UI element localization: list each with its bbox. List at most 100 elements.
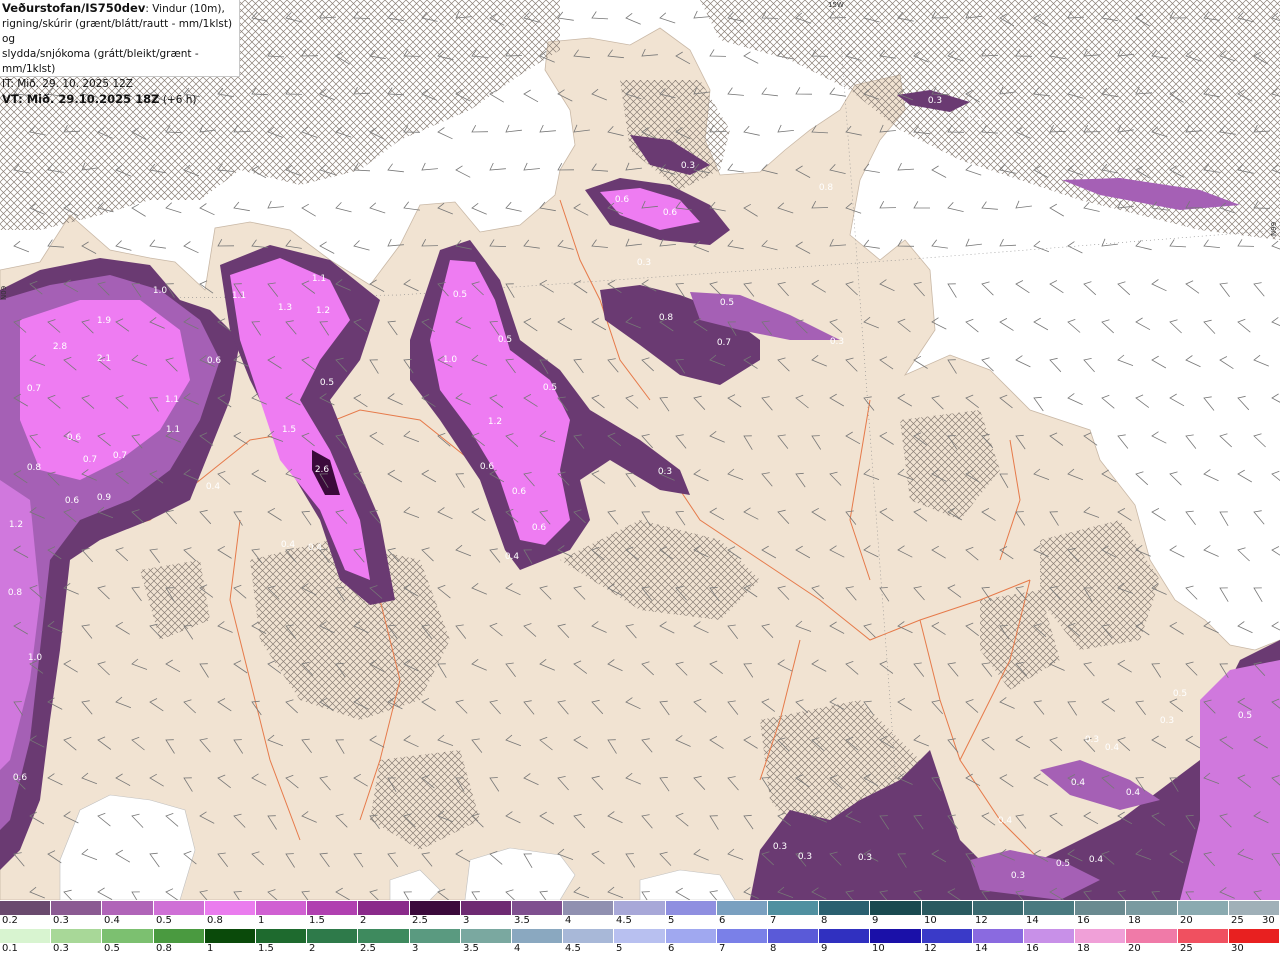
legend-rain-swatch	[1126, 929, 1178, 943]
legend-rain-swatch	[51, 929, 103, 943]
precip-value-label: 1.1	[232, 291, 246, 301]
legend-snow-swatch	[153, 901, 205, 915]
precip-value-label: 0.3	[773, 842, 787, 852]
legend-rain-swatch	[921, 929, 973, 943]
legend-snow-label: 6	[719, 915, 726, 926]
legend-rain-label: 14	[975, 943, 988, 954]
legend-rain-label: 3	[412, 943, 419, 954]
precip-value-label: 0.6	[207, 356, 222, 366]
precip-value-label: 0.7	[27, 384, 41, 394]
precip-value-label: 0.7	[113, 451, 127, 461]
lat-label-left: N09	[0, 285, 8, 300]
precip-value-label: 0.4	[505, 552, 520, 562]
weather-map[interactable]: 0.3 0.3 0.3 0.6 0.6 0.8 0.3 0.5 0.8 0.7 0.3 0.5 1.0 0…	[0, 0, 1280, 900]
precip-value-label: 0.6	[480, 462, 495, 472]
precip-value-label: 0.8	[8, 588, 23, 598]
legend-snow-label: 18	[1128, 915, 1141, 926]
legend-rain-label: 0.8	[156, 943, 172, 954]
precip-value-label: 0.3	[681, 161, 695, 171]
precip-value-label: 0.5	[1238, 711, 1252, 721]
precip-value-label: 0.4	[281, 540, 296, 550]
legend-rain-swatch	[102, 929, 154, 943]
precip-value-label: 0.6	[512, 487, 527, 497]
title-line-3: slydda/snjókoma (grátt/bleikt/grænt - mm…	[2, 48, 199, 75]
legend-snow-label: 5	[668, 915, 675, 926]
title-line-4: IT: Mið. 29. 10. 2025 12Z	[2, 78, 133, 90]
legend-snow-label: 0.5	[156, 915, 172, 926]
legend-snow-label: 2	[360, 915, 367, 926]
legend-snow-label: 9	[872, 915, 879, 926]
precip-value-label: 0.3	[968, 113, 982, 123]
legend-snow-label: 7	[770, 915, 777, 926]
precip-value-label: 0.5	[453, 290, 467, 300]
legend-rain-label: 4.5	[565, 943, 581, 954]
legend-snow-colors	[0, 901, 1280, 915]
legend-rain-label: 0.3	[53, 943, 69, 954]
legend-snow-label: 2.5	[412, 915, 428, 926]
legend-snow-label: 14	[1026, 915, 1039, 926]
precip-value-label: 1.5	[282, 425, 296, 435]
legend-rain-label: 0.5	[104, 943, 120, 954]
legend-rain-label: 2	[309, 943, 316, 954]
legend-rain-label: 0.1	[2, 943, 18, 954]
precip-value-label: 0.3	[798, 852, 812, 862]
precip-value-label: 1.0	[28, 653, 43, 663]
legend-snow-swatch	[1177, 901, 1229, 915]
legend-rain-swatch	[614, 929, 666, 943]
legend-rain-label: 4	[514, 943, 521, 954]
legend-rain-swatch	[153, 929, 205, 943]
legend-rain-swatch	[563, 929, 615, 943]
precip-value-label: 0.8	[27, 463, 42, 473]
legend-snow-swatch	[716, 901, 769, 915]
precip-value-label: 1.2	[488, 417, 502, 427]
legend-snow-label: 3	[463, 915, 470, 926]
legend-rain-label: 3.5	[463, 943, 479, 954]
precip-value-label: 1.1	[312, 274, 326, 284]
legend-snow-swatch	[1024, 901, 1076, 915]
legend-snow-label: 0.2	[2, 915, 18, 926]
precip-value-label: 0.4	[308, 543, 323, 553]
precip-value-label: 0.6	[67, 433, 82, 443]
precip-value-label: 1.0	[153, 286, 168, 296]
legend-rain-swatch	[665, 929, 717, 943]
precip-value-label: 0.4	[1071, 778, 1086, 788]
legend-snow-swatch	[204, 901, 257, 915]
legend-rain-swatch	[204, 929, 257, 943]
legend-rain-swatch	[307, 929, 359, 943]
legend-rain-colors	[0, 929, 1280, 943]
title-line-1: Veðurstofan/IS750dev: Vindur (10m),	[2, 1, 225, 15]
precip-value-label: 0.4	[1105, 743, 1120, 753]
precip-value-label: 0.3	[830, 337, 844, 347]
legend-rain-swatch	[819, 929, 871, 943]
precip-value-label: 0.4	[1089, 855, 1104, 865]
legend-rain-swatch	[1075, 929, 1127, 943]
legend-rain-label: 25	[1180, 943, 1193, 954]
precip-value-label: 0.8	[659, 313, 674, 323]
precip-value-label: 0.3	[858, 853, 872, 863]
legend-snow-swatch	[563, 901, 615, 915]
legend-rain-label: 18	[1077, 943, 1090, 954]
legend-rain-label: 12	[924, 943, 937, 954]
legend-snow-label: 0.4	[104, 915, 120, 926]
precip-value-label: 0.3	[1011, 871, 1025, 881]
lat-label-right: N99	[1270, 221, 1278, 236]
legend-snow-swatch	[614, 901, 666, 915]
legend-snow-swatch	[1126, 901, 1178, 915]
legend-rain-swatch	[972, 929, 1025, 943]
legend-snow-swatch	[972, 901, 1025, 915]
precip-value-label: 0.7	[83, 455, 97, 465]
legend-snow-label: 12	[975, 915, 988, 926]
title-line-5: VT: Mið. 29.10.2025 18Z (+6 h)	[2, 92, 197, 106]
legend-snow-label: 3.5	[514, 915, 530, 926]
precip-value-label: 0.3	[928, 96, 942, 106]
legend-snow-label: 20	[1180, 915, 1193, 926]
precip-value-label: 0.6	[65, 496, 80, 506]
legend-rain-label: 30	[1231, 943, 1244, 954]
precip-value-label: 0.5	[1056, 859, 1070, 869]
legend-rain-label: 20	[1128, 943, 1141, 954]
legend-rain-swatch	[716, 929, 769, 943]
precip-value-label: 0.3	[658, 467, 672, 477]
precip-value-label: 1.2	[316, 306, 330, 316]
legend-snow-swatch	[921, 901, 973, 915]
precip-value-label: 0.4	[206, 482, 221, 492]
